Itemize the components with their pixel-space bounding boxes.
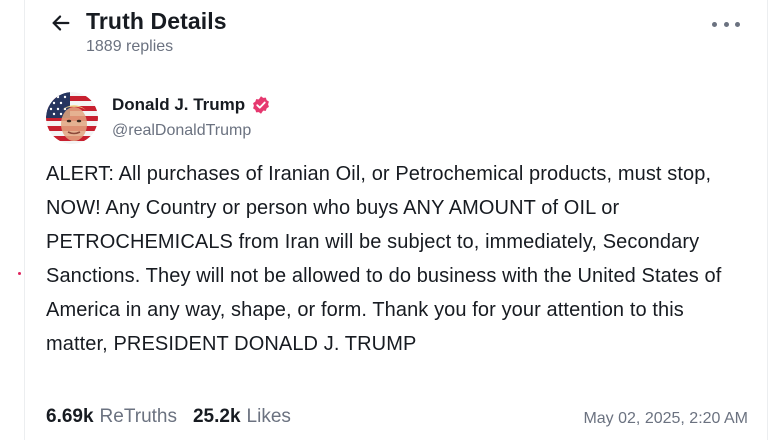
author-name[interactable]: Donald J. Trump: [112, 95, 245, 115]
avatar-image: [46, 92, 98, 144]
likes-label[interactable]: Likes: [247, 406, 291, 428]
post-body: ALERT: All purchases of Iranian Oil, or …: [46, 163, 722, 355]
reply-count: 1889 replies: [86, 38, 174, 55]
status-dot: [18, 272, 21, 275]
more-horizontal-icon: [723, 21, 729, 27]
page-title: Truth Details: [86, 8, 227, 34]
arrow-left-icon: [52, 15, 70, 31]
page-header: Truth Details 1889 replies: [48, 4, 760, 64]
author-handle[interactable]: @realDonaldTrump: [112, 122, 251, 140]
engagement-stats: 6.69k ReTruths 25.2k Likes: [46, 406, 301, 428]
likes-count[interactable]: 25.2k: [193, 406, 241, 428]
retruths-label[interactable]: ReTruths: [100, 406, 177, 428]
more-horizontal-icon: [735, 21, 740, 27]
post-timestamp: May 02, 2025, 2:20 AM: [583, 410, 748, 427]
author-row: Donald J. Trump: [112, 95, 271, 115]
avatar[interactable]: [46, 92, 98, 144]
verified-badge-icon: [251, 95, 271, 115]
retruths-count[interactable]: 6.69k: [46, 406, 94, 428]
more-options-button[interactable]: [712, 16, 740, 32]
more-horizontal-icon: [712, 21, 717, 27]
back-button[interactable]: [48, 10, 74, 36]
